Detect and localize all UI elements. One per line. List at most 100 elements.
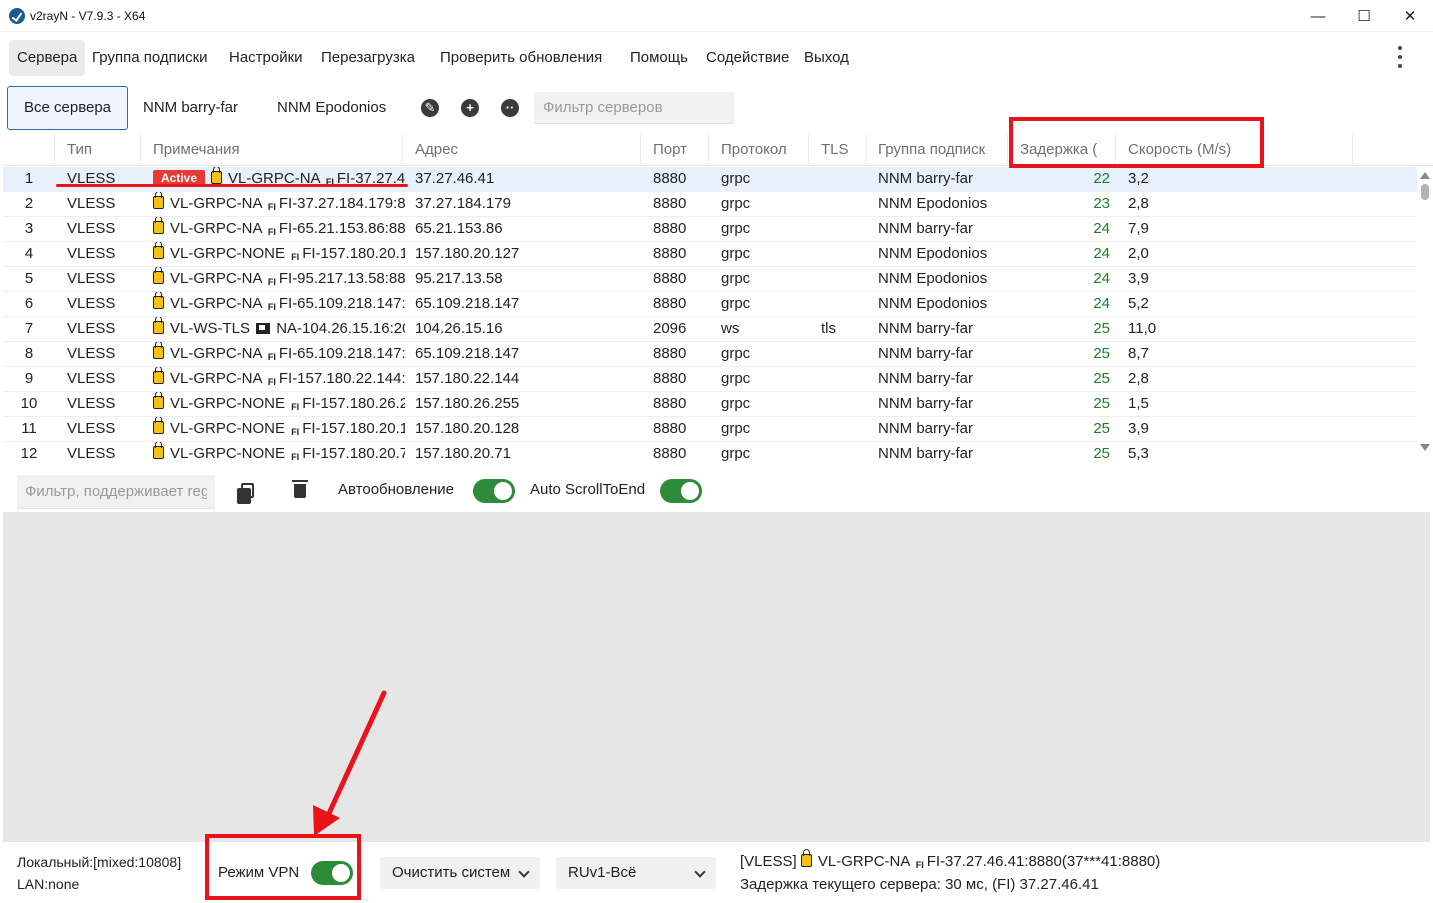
cell-type: VLESS	[67, 320, 116, 337]
copy-icon[interactable]	[237, 483, 254, 504]
cell-addr: 65.21.153.86	[415, 220, 503, 237]
scroll-down-icon[interactable]	[1420, 444, 1430, 451]
cell-addr: 95.217.13.58	[415, 270, 503, 287]
autoscroll-toggle[interactable]	[660, 479, 702, 503]
cell-group: NNM barry-far	[878, 220, 974, 237]
cell-speed: 1,5	[1128, 395, 1149, 412]
maximize-button[interactable]: ☐	[1341, 0, 1387, 32]
table-row[interactable]: 11 VLESS VL-GRPC-NONE FIFI-157.180.20.12 15…	[3, 417, 1417, 442]
cell-delay: 25	[1093, 395, 1110, 412]
cell-type: VLESS	[67, 370, 116, 387]
menu-exit[interactable]: Выход	[796, 40, 857, 76]
tab-all-servers[interactable]: Все сервера	[7, 86, 129, 130]
table-row[interactable]: 7 VLESS VL-WS-TLS NA-104.26.15.16:20! 104.2…	[3, 317, 1417, 342]
annotation-box-delay-speed	[1009, 117, 1264, 168]
server-endpoint: FI-95.217.13.58:888	[278, 270, 405, 287]
column-address[interactable]: Адрес	[405, 134, 641, 166]
cell-port: 8880	[653, 295, 687, 312]
autoupdate-toggle[interactable]	[473, 479, 515, 503]
cell-proto: grpc	[721, 295, 751, 312]
table-row[interactable]: 5 VLESS VL-GRPC-NA FI FI-95.217.13.58:888 95…	[3, 267, 1417, 292]
cell-type: VLESS	[67, 395, 116, 412]
menu-settings[interactable]: Настройки	[221, 40, 311, 76]
cell-proto: grpc	[721, 220, 751, 237]
autoupdate-label: Автообновление	[338, 481, 454, 498]
cell-n: 11	[21, 420, 37, 437]
table-row[interactable]: 10 VLESS VL-GRPC-NONE FIFI-157.180.26.25 15…	[3, 392, 1417, 417]
cell-proto: grpc	[721, 195, 751, 212]
table-row[interactable]: 8 VLESS VL-GRPC-NA FI FI-65.109.218.147:8 65…	[3, 342, 1417, 367]
cell-delay: 22	[1093, 170, 1110, 187]
server-name: VL-GRPC-NA	[170, 370, 262, 387]
scroll-up-icon[interactable]	[1420, 172, 1430, 179]
cell-addr: 65.109.218.147	[415, 345, 520, 362]
server-name: VL-GRPC-NA	[170, 295, 262, 312]
table-row[interactable]: 6 VLESS VL-GRPC-NA FI FI-65.109.218.147:8 65…	[3, 292, 1417, 317]
cell-speed: 2,0	[1128, 245, 1149, 262]
cell-n: 7	[24, 320, 34, 337]
server-filter-input[interactable]	[534, 92, 734, 124]
current-server-line: [VLESS] VL-GRPC-NA FI FI-37.27.46.41:8880…	[740, 849, 1160, 870]
column-subscription-group[interactable]: Группа подписк	[868, 134, 1008, 166]
cell-type: VLESS	[67, 445, 116, 462]
cell-port: 8880	[653, 420, 687, 437]
server-endpoint: FI-157.180.22.144:8	[278, 370, 405, 387]
menu-help[interactable]: Помощь	[622, 40, 696, 76]
current-delay-text: Задержка текущего сервера: 30 мс, (FI) 3…	[740, 876, 1099, 893]
column-type[interactable]: Тип	[57, 134, 141, 166]
scroll-thumb[interactable]	[1421, 184, 1429, 200]
cell-delay: 24	[1093, 220, 1110, 237]
tab-nnm-epodonios[interactable]: NNM Epodonios	[261, 86, 402, 130]
cell-remarks: VL-GRPC-NA FI FI-95.217.13.58:888	[143, 267, 405, 291]
column-protocol[interactable]: Протокол	[711, 134, 809, 166]
close-button[interactable]: ✕	[1387, 0, 1433, 32]
table-row[interactable]: 12 VLESS VL-GRPC-NONE FIFI-157.180.20.71 15…	[3, 442, 1417, 464]
cell-remarks: VL-GRPC-NA FI FI-157.180.22.144:8	[143, 367, 405, 391]
system-proxy-dropdown[interactable]: Очистить систем	[380, 857, 540, 889]
add-icon[interactable]: +	[461, 99, 479, 117]
table-row[interactable]: 1 VLESS Active VL-GRPC-NA FI FI-37.27.4 37.27…	[3, 167, 1417, 192]
table-row[interactable]: 9 VLESS VL-GRPC-NA FI FI-157.180.22.144:8 15…	[3, 367, 1417, 392]
annotation-box-vpn	[205, 834, 361, 900]
more-menu-icon[interactable]	[1392, 46, 1408, 68]
title-bar: v2rayN - V7.9.3 - X64 — ☐ ✕	[0, 0, 1433, 32]
menu-subscription-group[interactable]: Группа подписки	[84, 40, 216, 76]
cell-port: 8880	[653, 170, 687, 187]
routing-dropdown[interactable]: RUv1-Всё	[556, 857, 716, 889]
lock-icon	[153, 317, 164, 334]
cell-remarks: VL-GRPC-NA FI FI-65.109.218.147:8	[143, 292, 405, 316]
cell-remarks: VL-WS-TLS NA-104.26.15.16:20!	[143, 317, 405, 341]
annotation-arrow	[313, 690, 387, 836]
cell-type: VLESS	[67, 345, 116, 362]
edit-icon[interactable]: ✎	[421, 99, 439, 117]
table-row[interactable]: 2 VLESS VL-GRPC-NA FIFI-37.27.184.179:888 3…	[3, 192, 1417, 217]
log-filter-input[interactable]	[17, 475, 215, 509]
column-tls[interactable]: TLS	[811, 134, 867, 166]
more-icon[interactable]: ··	[501, 99, 519, 117]
column-port[interactable]: Порт	[643, 134, 709, 166]
server-endpoint: FI-37.27.184.179:888	[278, 195, 405, 212]
menu-servers[interactable]: Сервера	[9, 40, 86, 76]
trash-icon[interactable]	[292, 480, 308, 498]
cell-type: VLESS	[67, 195, 116, 212]
table-row[interactable]: 3 VLESS VL-GRPC-NA FI FI-65.21.153.86:888 65…	[3, 217, 1417, 242]
cell-tls	[811, 392, 868, 416]
minimize-button[interactable]: —	[1295, 0, 1341, 32]
cell-proto: grpc	[721, 445, 751, 462]
table-row[interactable]: 4 VLESS VL-GRPC-NONE FIFI-157.180.20.12 157…	[3, 242, 1417, 267]
lock-icon	[153, 292, 164, 309]
tab-nnm-barry-far[interactable]: NNM barry-far	[127, 86, 254, 130]
cell-n: 6	[24, 295, 34, 312]
cell-n: 8	[24, 345, 34, 362]
menu-promotion[interactable]: Содействие	[698, 40, 797, 76]
grid-scrollbar[interactable]	[1417, 170, 1433, 460]
cell-tls	[811, 292, 868, 316]
log-output-area[interactable]	[3, 512, 1430, 842]
server-endpoint: FI-65.109.218.147:8	[278, 295, 405, 312]
menu-reload[interactable]: Перезагрузка	[313, 40, 423, 76]
lock-icon	[800, 849, 812, 867]
cell-port: 8880	[653, 220, 687, 237]
column-remarks[interactable]: Примечания	[143, 134, 403, 166]
cell-port: 8880	[653, 345, 687, 362]
menu-check-updates[interactable]: Проверить обновления	[432, 40, 610, 76]
